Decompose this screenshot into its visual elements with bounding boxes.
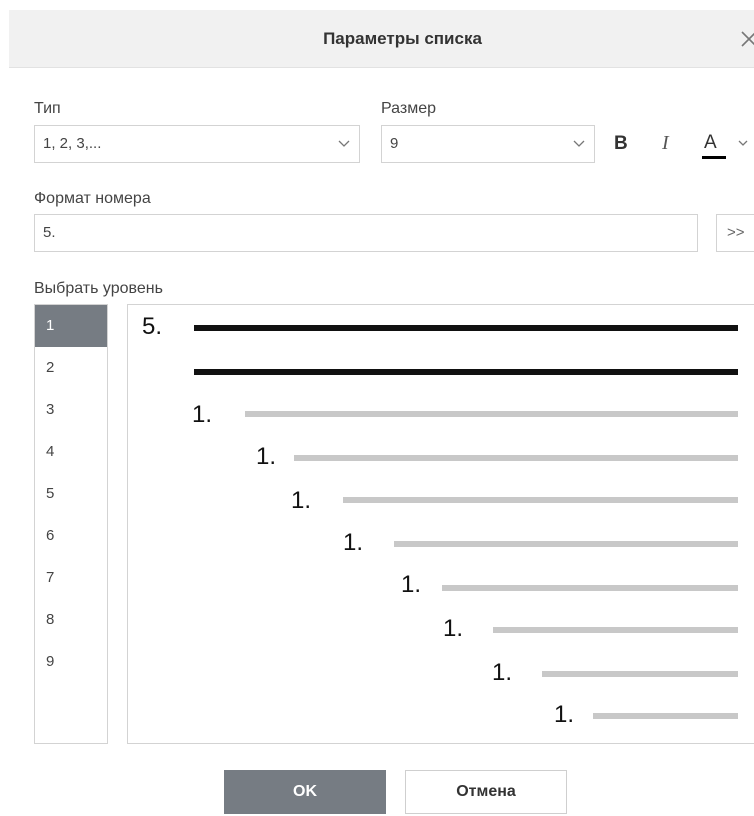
- preview-number: 1.: [192, 401, 213, 428]
- type-label: Тип: [34, 100, 61, 117]
- preview-number: 1.: [401, 571, 422, 598]
- number-format-value: 5.: [43, 224, 56, 241]
- level-item-9[interactable]: 9: [35, 641, 107, 683]
- preview-number: 1.: [554, 701, 575, 728]
- level-item-5[interactable]: 5: [35, 473, 107, 515]
- cancel-button[interactable]: Отмена: [405, 770, 567, 814]
- preview-line: [343, 497, 738, 503]
- level-item-2[interactable]: 2: [35, 347, 107, 389]
- preview-number: 5.: [142, 313, 163, 340]
- levels-label: Выбрать уровень: [34, 280, 163, 297]
- chevron-down-icon: [738, 140, 748, 146]
- size-label: Размер: [381, 100, 436, 117]
- preview-number: 1.: [291, 487, 312, 514]
- level-item-4[interactable]: 4: [35, 431, 107, 473]
- number-format-input[interactable]: 5.: [34, 214, 698, 252]
- preview-line: [294, 455, 738, 461]
- preview-number: 1.: [343, 529, 364, 556]
- level-item-8[interactable]: 8: [35, 599, 107, 641]
- number-format-label: Формат номера: [34, 190, 151, 207]
- preview-line: [194, 369, 738, 375]
- level-item-1[interactable]: 1: [35, 305, 107, 347]
- font-color-button[interactable]: A: [702, 128, 754, 162]
- list-preview: 5. 1. 1. 1. 1. 1. 1. 1. 1.: [127, 304, 754, 744]
- dialog-title: Параметры списка: [323, 29, 482, 48]
- preview-number: 1.: [256, 443, 277, 470]
- level-item-3[interactable]: 3: [35, 389, 107, 431]
- level-item-6[interactable]: 6: [35, 515, 107, 557]
- preview-line: [194, 325, 738, 331]
- preview-line: [442, 585, 738, 591]
- preview-line: [394, 541, 738, 547]
- close-icon[interactable]: [736, 26, 754, 52]
- chevron-down-icon: [573, 140, 585, 147]
- level-item-7[interactable]: 7: [35, 557, 107, 599]
- preview-line: [593, 713, 738, 719]
- preview-line: [493, 627, 738, 633]
- italic-button[interactable]: I: [662, 132, 669, 155]
- size-select[interactable]: 9: [381, 125, 595, 163]
- level-list: 1 2 3 4 5 6 7 8 9: [34, 304, 108, 744]
- chevron-down-icon: [338, 140, 350, 147]
- preview-line: [542, 671, 738, 677]
- preview-number: 1.: [492, 659, 513, 686]
- bold-button[interactable]: B: [614, 133, 628, 155]
- dialog-header: Параметры списка: [9, 10, 754, 68]
- preview-line: [245, 411, 738, 417]
- ok-button[interactable]: OK: [224, 770, 386, 814]
- font-color-icon: A: [704, 132, 717, 153]
- type-select-value: 1, 2, 3,...: [43, 135, 102, 152]
- preview-number: 1.: [443, 615, 464, 642]
- insert-number-button[interactable]: >>: [716, 214, 754, 252]
- type-select[interactable]: 1, 2, 3,...: [34, 125, 360, 163]
- font-color-swatch: [702, 156, 726, 159]
- size-select-value: 9: [390, 135, 399, 152]
